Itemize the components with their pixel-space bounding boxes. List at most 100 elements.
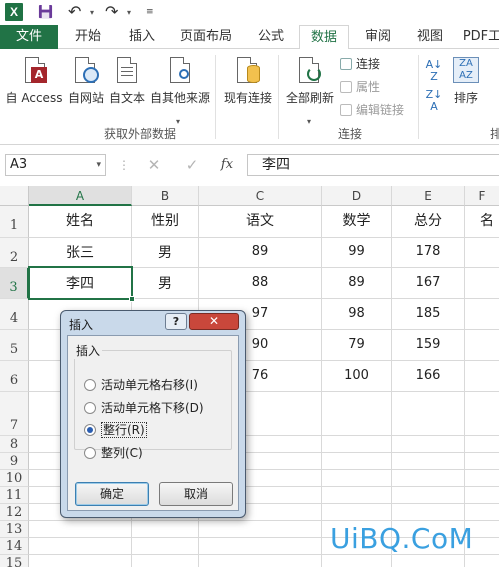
cell-b1[interactable]: 性别	[132, 210, 198, 230]
row-header-7[interactable]: 7	[0, 392, 29, 436]
radio-shift-down[interactable]	[84, 402, 96, 414]
cell-f1[interactable]: 名	[480, 210, 499, 230]
row-header-11[interactable]: 11	[0, 487, 29, 504]
edit-links-button[interactable]: 编辑链接	[340, 101, 404, 119]
undo-dropdown-icon[interactable]: ▾	[90, 8, 94, 17]
row-header-2[interactable]: 2	[0, 238, 29, 268]
row-header-6[interactable]: 6	[0, 361, 29, 392]
column-header-c[interactable]: C	[199, 186, 322, 206]
gridline	[321, 206, 322, 567]
option-shift-right-label: 活动单元格右移(I)	[101, 378, 198, 392]
insert-function-icon[interactable]: fx	[214, 155, 240, 175]
row-header-5[interactable]: 5	[0, 330, 29, 361]
row-header-9[interactable]: 9	[0, 453, 29, 470]
cell-c2[interactable]: 89	[199, 244, 321, 259]
row-header-4[interactable]: 4	[0, 299, 29, 330]
cell-b2[interactable]: 男	[132, 242, 198, 262]
sort-ascending-button[interactable]: A↓ Z	[424, 59, 444, 83]
column-header-b[interactable]: B	[132, 186, 199, 206]
cell-d6[interactable]: 100	[322, 368, 391, 383]
cell-d3[interactable]: 89	[322, 275, 391, 290]
redo-dropdown-icon[interactable]: ▾	[127, 8, 131, 17]
save-icon[interactable]	[38, 4, 53, 19]
active-cell-selection[interactable]	[28, 266, 135, 302]
existing-connections-icon	[235, 55, 261, 85]
cell-b3[interactable]: 男	[132, 273, 198, 293]
sort-descending-button[interactable]: Z↓ A	[424, 89, 444, 113]
from-other-sources-button[interactable]: 自其他来源 ▾	[147, 55, 213, 126]
column-header-a[interactable]: A	[29, 186, 132, 206]
gridline	[464, 206, 465, 567]
radio-entire-column[interactable]	[84, 447, 96, 459]
tab-view[interactable]: 视图	[410, 25, 450, 49]
formula-input[interactable]: 李四	[247, 154, 499, 176]
row-header-15[interactable]: 15	[0, 555, 29, 567]
cell-e5[interactable]: 159	[392, 337, 464, 352]
undo-icon[interactable]: ↶	[68, 3, 90, 21]
tab-pdf[interactable]: PDF工	[462, 25, 499, 49]
properties-button[interactable]: 属性	[340, 78, 380, 96]
radio-entire-row[interactable]	[84, 424, 96, 436]
row-header-8[interactable]: 8	[0, 436, 29, 453]
tab-home[interactable]: 开始	[68, 25, 108, 49]
select-all-corner[interactable]	[0, 186, 29, 206]
tab-data[interactable]: 数据	[299, 25, 349, 50]
cell-d1[interactable]: 数学	[322, 210, 391, 230]
formula-bar-grip[interactable]: ⋮	[118, 158, 130, 172]
column-header-d[interactable]: D	[322, 186, 392, 206]
ok-button[interactable]: 确定	[75, 482, 149, 506]
ribbon: A 自 Access 自网站 自文本 自其他来源 ▾ 获取外部数据 现有连接 全…	[0, 49, 499, 145]
row-header-14[interactable]: 14	[0, 538, 29, 555]
redo-icon[interactable]: ↷	[105, 3, 127, 21]
fill-handle[interactable]	[129, 296, 135, 302]
from-access-button[interactable]: A 自 Access	[4, 55, 64, 106]
option-shift-down-label: 活动单元格下移(D)	[101, 401, 204, 415]
ribbon-tabs: 文件 开始 插入 页面布局 公式 数据 审阅 视图 PDF工	[0, 25, 499, 50]
access-icon: A	[21, 55, 47, 85]
row-header-13[interactable]: 13	[0, 521, 29, 538]
cell-d2[interactable]: 99	[322, 244, 391, 259]
cell-e2[interactable]: 178	[392, 244, 464, 259]
cell-e1[interactable]: 总分	[392, 210, 464, 230]
tab-formulas[interactable]: 公式	[250, 25, 292, 49]
row-header-10[interactable]: 10	[0, 470, 29, 487]
cell-a2[interactable]: 张三	[29, 242, 131, 262]
cell-e6[interactable]: 166	[392, 368, 464, 383]
name-box[interactable]: A3 ▾	[5, 154, 106, 176]
cancel-button[interactable]: 取消	[159, 482, 233, 506]
refresh-all-label: 全部刷新	[285, 91, 334, 105]
connections-button[interactable]: 连接	[340, 55, 380, 73]
cell-e4[interactable]: 185	[392, 306, 464, 321]
chevron-down-icon[interactable]: ▾	[96, 155, 101, 175]
from-text-button[interactable]: 自文本	[107, 55, 147, 106]
radio-shift-right[interactable]	[84, 379, 96, 391]
row-header-3[interactable]: 3	[0, 268, 29, 299]
web-icon	[73, 55, 99, 85]
row-header-1[interactable]: 1	[0, 206, 29, 238]
help-icon[interactable]: ?	[165, 313, 187, 330]
enter-entry-icon[interactable]: ✓	[179, 155, 205, 175]
tab-insert[interactable]: 插入	[120, 25, 164, 49]
column-header-f[interactable]: F	[465, 186, 499, 206]
row-header-12[interactable]: 12	[0, 504, 29, 521]
existing-connections-button[interactable]: 现有连接	[220, 55, 276, 106]
option-entire-column-label: 整列(C)	[101, 446, 143, 460]
customize-qat-icon[interactable]: ≡	[146, 3, 158, 21]
cell-d4[interactable]: 98	[322, 306, 391, 321]
group-divider	[215, 55, 216, 139]
cancel-entry-icon[interactable]: ✕	[141, 155, 167, 175]
cell-c1[interactable]: 语文	[199, 210, 321, 230]
tab-review[interactable]: 审阅	[358, 25, 398, 49]
sort-button[interactable]: ZA AZ 排序	[448, 55, 484, 106]
cell-a1[interactable]: 姓名	[29, 210, 131, 230]
cell-e3[interactable]: 167	[392, 275, 464, 290]
close-icon[interactable]: ✕	[189, 313, 239, 330]
from-web-button[interactable]: 自网站	[64, 55, 108, 106]
cell-d5[interactable]: 79	[322, 337, 391, 352]
cell-c3[interactable]: 88	[199, 275, 321, 290]
refresh-all-button[interactable]: 全部刷新 ▾	[283, 55, 337, 126]
column-header-e[interactable]: E	[392, 186, 465, 206]
connections-icon	[340, 58, 352, 70]
tab-file[interactable]: 文件	[0, 25, 58, 49]
tab-page-layout[interactable]: 页面布局	[176, 25, 236, 49]
